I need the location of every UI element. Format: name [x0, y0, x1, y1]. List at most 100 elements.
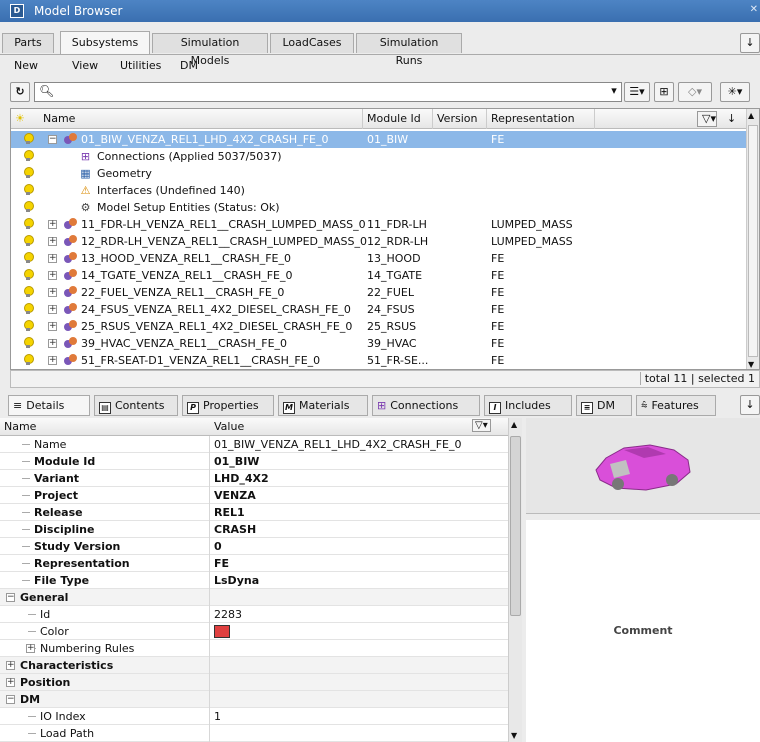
details-row[interactable]: IO Index 1 — [0, 708, 508, 725]
tree-row[interactable]: +24_FSUS_VENZA_REL1_4X2_DIESEL_CRASH_FE_… — [11, 301, 759, 318]
details-row-value[interactable]: 0 — [214, 538, 222, 555]
tree-row[interactable]: +51_FR-SEAT-D1_VENZA_REL1__CRASH_FE_0 51_… — [11, 352, 759, 369]
details-row-value[interactable]: LsDyna — [214, 572, 259, 589]
details-row-value[interactable]: 1 — [214, 708, 221, 725]
scroll-up-icon[interactable]: ▲ — [748, 111, 754, 120]
details-row-value[interactable]: 01_BIW_VENZA_REL1_LHD_4X2_CRASH_FE_0 — [214, 436, 461, 453]
display-mode-icon[interactable]: ◇▾ — [678, 82, 712, 102]
tree-row[interactable]: +39_HVAC_VENZA_REL1__CRASH_FE_0 39_HVAC FE — [11, 335, 759, 352]
details-row[interactable]: Discipline CRASH — [0, 521, 508, 538]
menu-new[interactable]: New — [14, 59, 38, 72]
details-menu-arrow-icon[interactable]: ↓ — [740, 395, 760, 415]
expand-toggle-icon[interactable]: + — [48, 305, 57, 314]
panel-menu-arrow-icon[interactable]: ↓ — [740, 33, 760, 53]
details-row[interactable]: − General — [0, 589, 508, 606]
details-row[interactable]: + Numbering Rules — [0, 640, 508, 657]
visibility-bulb-icon[interactable] — [23, 150, 34, 162]
tab-simulation-runs[interactable]: Simulation Runs — [356, 33, 462, 67]
column-version[interactable]: Version — [433, 109, 487, 129]
tree-row[interactable]: +14_TGATE_VENZA_REL1__CRASH_FE_0 14_TGATE… — [11, 267, 759, 284]
details-row[interactable]: Study Version 0 — [0, 538, 508, 555]
visibility-bulb-icon[interactable] — [23, 286, 34, 298]
tree-row[interactable]: +22_FUEL_VENZA_REL1__CRASH_FE_0 22_FUEL FE — [11, 284, 759, 301]
tab-details[interactable]: ≡ Details — [8, 395, 90, 416]
expand-toggle-icon[interactable]: − — [48, 135, 57, 144]
tab-materials[interactable]: M Materials — [278, 395, 368, 416]
expand-toggle-icon[interactable]: + — [48, 254, 57, 263]
expand-toggle-icon[interactable]: + — [48, 339, 57, 348]
details-filter-icon[interactable]: ▽▾ — [472, 419, 491, 432]
comment-panel[interactable]: Comment — [526, 520, 760, 742]
visibility-bulb-icon[interactable] — [23, 201, 34, 213]
details-row-value[interactable]: REL1 — [214, 504, 245, 521]
tab-subsystems[interactable]: Subsystems — [60, 31, 150, 54]
tree-row[interactable]: +12_RDR-LH_VENZA_REL1__CRASH_LUMPED_MASS… — [11, 233, 759, 250]
visibility-bulb-icon[interactable] — [23, 303, 34, 315]
color-swatch[interactable] — [214, 625, 230, 638]
tree-scroll-thumb[interactable] — [748, 125, 758, 357]
details-scroll-down-icon[interactable]: ▼ — [511, 731, 517, 740]
visibility-bulb-icon[interactable] — [23, 218, 34, 230]
details-row-value[interactable]: LHD_4X2 — [214, 470, 269, 487]
tree-row[interactable]: +13_HOOD_VENZA_REL1__CRASH_FE_0 13_HOOD FE — [11, 250, 759, 267]
tree-row[interactable]: +25_RSUS_VENZA_REL1_4X2_DIESEL_CRASH_FE_… — [11, 318, 759, 335]
tab-connections[interactable]: ⊞ Connections — [372, 395, 480, 416]
details-expand-icon[interactable]: + — [6, 661, 15, 670]
visibility-bulb-icon[interactable] — [23, 235, 34, 247]
details-row[interactable]: + Position — [0, 674, 508, 691]
settings-star-icon[interactable]: ✳▾ — [720, 82, 750, 102]
details-row[interactable]: Release REL1 — [0, 504, 508, 521]
visibility-bulb-icon[interactable] — [23, 252, 34, 264]
tree-row[interactable]: ▦ Geometry — [11, 165, 759, 182]
search-dropdown-icon[interactable]: ▾ — [608, 82, 620, 102]
details-row[interactable]: File Type LsDyna — [0, 572, 508, 589]
tab-includes[interactable]: I Includes — [484, 395, 572, 416]
expand-toggle-icon[interactable]: + — [48, 356, 57, 365]
details-expand-icon[interactable]: + — [6, 678, 15, 687]
visibility-bulb-icon[interactable] — [23, 354, 34, 366]
menu-view[interactable]: View — [72, 59, 98, 72]
tab-simulation-models[interactable]: Simulation Models — [152, 33, 268, 67]
details-row[interactable]: Module Id 01_BIW — [0, 453, 508, 470]
menu-utilities[interactable]: Utilities — [120, 59, 161, 72]
close-icon[interactable]: ✕ — [750, 4, 758, 15]
details-row[interactable]: − DM — [0, 691, 508, 708]
sort-down-icon[interactable]: ↓ — [723, 109, 745, 129]
expand-toggle-icon[interactable]: + — [48, 288, 57, 297]
details-row-value[interactable]: VENZA — [214, 487, 256, 504]
column-filter-icon[interactable]: ▽▾ — [697, 111, 717, 127]
details-expand-icon[interactable]: − — [6, 593, 15, 602]
details-scrollbar[interactable]: ▲ ▼ — [508, 418, 522, 742]
details-row[interactable]: Representation FE — [0, 555, 508, 572]
details-scroll-up-icon[interactable]: ▲ — [511, 420, 517, 429]
tree-row[interactable]: ⚠ Interfaces (Undefined 140) — [11, 182, 759, 199]
tree-scrollbar[interactable]: ▲ ▼ — [746, 109, 759, 369]
expand-toggle-icon[interactable]: + — [48, 322, 57, 331]
details-row[interactable]: + Characteristics — [0, 657, 508, 674]
expand-toggle-icon[interactable]: + — [48, 271, 57, 280]
visibility-bulb-icon[interactable] — [23, 269, 34, 281]
expand-toggle-icon[interactable]: + — [48, 220, 57, 229]
visibility-bulb-icon[interactable] — [23, 167, 34, 179]
scroll-down-icon[interactable]: ▼ — [748, 360, 754, 369]
tree-row[interactable]: ⊞ Connections (Applied 5037/5037) — [11, 148, 759, 165]
menu-dm[interactable]: DM — [180, 59, 198, 72]
details-row[interactable]: Variant LHD_4X2 — [0, 470, 508, 487]
tree-row[interactable]: ⚙ Model Setup Entities (Status: Ok) — [11, 199, 759, 216]
details-row[interactable]: Color — [0, 623, 508, 640]
tab-features[interactable]: ⩯ Features — [636, 395, 716, 416]
visibility-bulb-icon[interactable] — [23, 184, 34, 196]
expand-list-icon[interactable]: ⊞ — [654, 82, 674, 102]
details-expand-icon[interactable]: + — [26, 644, 35, 653]
visibility-bulb-icon[interactable] — [23, 337, 34, 349]
details-row[interactable]: Id 2283 — [0, 606, 508, 623]
column-representation[interactable]: Representation — [487, 109, 595, 129]
column-name[interactable]: Name — [39, 109, 363, 129]
details-row-value[interactable]: 01_BIW — [214, 453, 259, 470]
tab-loadcases[interactable]: LoadCases — [270, 33, 354, 53]
refresh-icon[interactable]: ↻ — [10, 82, 30, 102]
filter-list-icon[interactable]: ☰▾ — [624, 82, 650, 102]
tab-parts[interactable]: Parts — [2, 33, 54, 53]
tab-properties[interactable]: P Properties — [182, 395, 274, 416]
details-row[interactable]: Project VENZA — [0, 487, 508, 504]
